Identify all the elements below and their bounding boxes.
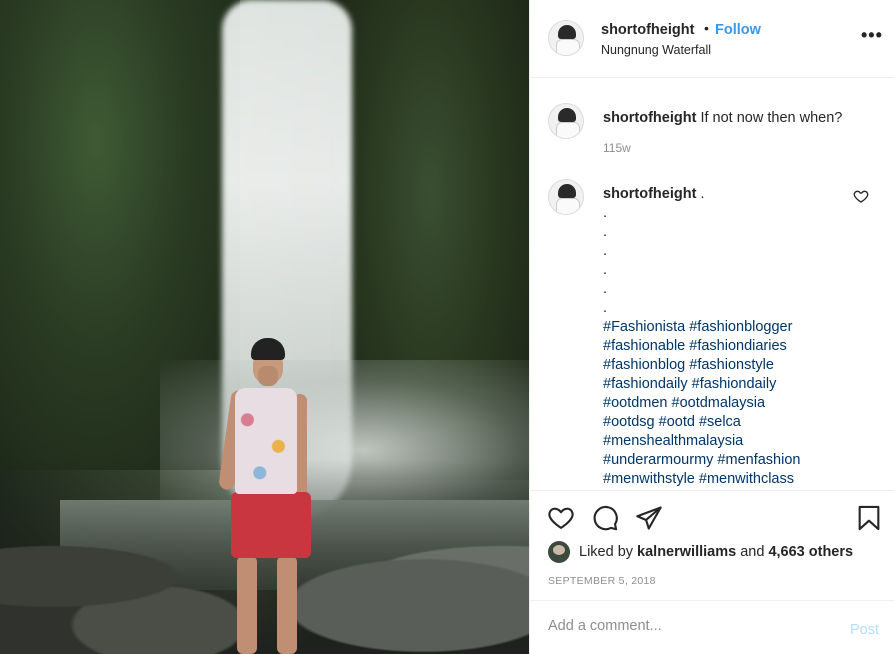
post-actions: Liked by kalnerwilliams and 4,663 others… [530, 490, 894, 600]
likes-summary: Liked by kalnerwilliams and 4,663 others [548, 541, 853, 563]
follow-button[interactable]: Follow [715, 22, 761, 38]
share-icon[interactable] [635, 504, 663, 532]
author-username[interactable]: shortofheight [601, 22, 694, 38]
hashtag-line[interactable]: #fashionblog #fashionstyle [603, 356, 861, 375]
comment-dot-line: . [603, 243, 608, 259]
person-leg-left [237, 556, 257, 654]
comment-dot-line: . [603, 300, 608, 316]
person-shorts [231, 492, 311, 558]
author-avatar[interactable] [548, 20, 584, 56]
hashtag-line[interactable]: #Fashionista #fashionblogger [603, 318, 861, 337]
comment-heart-icon[interactable] [853, 188, 869, 204]
post-date[interactable]: SEPTEMBER 5, 2018 [548, 575, 656, 587]
likes-others-link[interactable]: 4,663 others [768, 544, 853, 560]
comment-input[interactable] [548, 618, 828, 634]
hashtag-line[interactable]: #menshealthmalaysia [603, 432, 861, 451]
caption-timestamp[interactable]: 115w [603, 141, 631, 155]
comment-first-line: shortofheight . [603, 185, 861, 204]
comment-dot-line: . [603, 281, 608, 297]
caption-body: shortofheight If not now then when? [603, 109, 861, 128]
comment-avatar[interactable] [548, 179, 584, 215]
person-tank-top [235, 388, 297, 494]
comment-body: shortofheight . . . . . . . #Fashionista… [603, 185, 861, 489]
hashtag-line[interactable]: #ootdmen #ootdmalaysia [603, 394, 861, 413]
post-comment-button[interactable]: Post [850, 622, 879, 638]
comments-list[interactable]: shortofheight If not now then when? 115w… [530, 79, 894, 490]
person-figure [218, 338, 315, 654]
hashtag-line[interactable]: #ootdsg #ootd #selca [603, 413, 861, 432]
person-hand [258, 366, 278, 386]
comment-first-text: . [700, 186, 705, 202]
separator-dot: • [704, 20, 709, 36]
likes-connector: and [740, 543, 765, 560]
hashtag-line[interactable]: #menwithstyle #menwithclass [603, 470, 861, 489]
comment-dot-line: . [603, 224, 608, 240]
bookmark-icon[interactable] [855, 504, 883, 532]
location-link[interactable]: Nungnung Waterfall [601, 43, 711, 57]
more-options-icon[interactable]: ••• [861, 26, 883, 44]
hashtag-line[interactable]: #fashionable #fashiondiaries [603, 337, 861, 356]
post-side-panel: shortofheight • Follow Nungnung Waterfal… [529, 0, 894, 654]
comment-icon[interactable] [591, 504, 619, 532]
person-leg-right [277, 556, 297, 654]
add-comment-bar: Post [530, 600, 894, 654]
hashtag-line[interactable]: #underarmourmy #menfashion [603, 451, 861, 470]
post-photo[interactable] [0, 0, 529, 654]
post-header: shortofheight • Follow Nungnung Waterfal… [530, 0, 894, 78]
comment-dot-line: . [603, 262, 608, 278]
likes-prefix: Liked by [579, 543, 634, 560]
caption-username[interactable]: shortofheight [603, 110, 696, 126]
comment-username[interactable]: shortofheight [603, 186, 696, 202]
liker-avatar[interactable] [548, 541, 570, 563]
person-cap [251, 338, 285, 360]
caption-avatar[interactable] [548, 103, 584, 139]
liker-username[interactable]: kalnerwilliams [637, 544, 736, 560]
hashtag-line[interactable]: #fashiondaily #fashiondaily [603, 375, 861, 394]
heart-icon[interactable] [547, 504, 575, 532]
caption-text: If not now then when? [700, 110, 843, 126]
comment-dot-line: . [603, 205, 608, 221]
